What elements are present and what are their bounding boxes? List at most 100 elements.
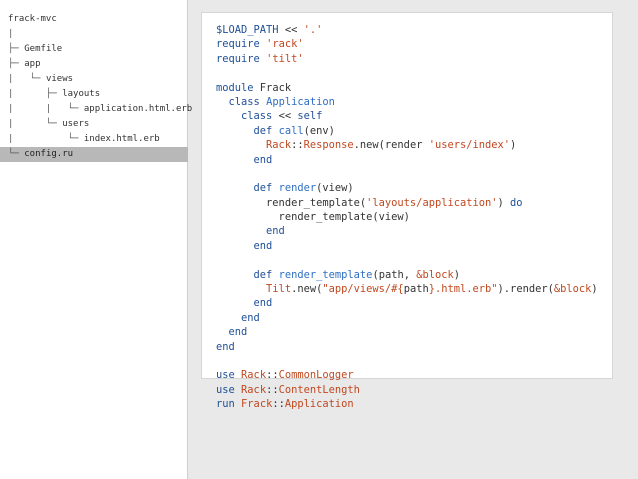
file-tree-item[interactable]: | └─ views [0,72,188,87]
code-token: .new( [291,283,323,296]
code-token: do [510,196,523,209]
file-name: application.html.erb [83,104,193,114]
code-token: def [253,268,273,281]
code-token: :: [266,383,279,396]
code-token: Tilt [266,283,292,296]
code-line: def render(view) [216,181,604,195]
tree-branch-glyph: | ├─ [8,89,63,99]
code-token: Application [284,398,354,411]
code-token: def [253,182,273,195]
code-token: '.' [303,24,323,36]
code-token: end [253,297,273,310]
file-tree-item[interactable]: frack-mvc [0,12,188,27]
code-line: end [216,311,604,325]
file-tree-item[interactable]: | ├─ layouts [0,87,188,102]
code-token: Response [303,139,354,152]
file-tree-item[interactable]: | └─ users [0,117,188,132]
tree-branch-glyph: ├─ [8,44,25,54]
tree-branch-glyph: | └─ [8,119,63,129]
code-token: :: [291,139,304,152]
code-token: end [228,326,248,339]
code-token: (env) [303,124,335,137]
tree-branch-glyph: | | └─ [8,104,84,114]
code-token: render_template(view) [216,211,410,224]
tree-branch-glyph: | └─ [8,74,46,84]
code-token: self [297,110,323,123]
code-token: 'rack' [266,38,304,51]
code-token: Frack [253,81,292,94]
file-tree-item[interactable]: | | └─ application.html.erb [0,102,192,117]
file-tree-item[interactable]: └─ config.ru [0,147,188,162]
file-name: config.ru [24,149,74,159]
code-token: :: [272,398,285,411]
code-line: require 'rack' [216,37,604,51]
code-line: class Application [216,95,604,109]
code-token: end [216,340,235,353]
file-tree-item[interactable]: | └─ index.html.erb [0,132,188,147]
code-token: 'users/index' [428,139,511,152]
code-line: require 'tilt' [216,52,604,66]
file-name: views [45,74,74,84]
code-token: 'layouts/application' [366,196,498,209]
file-name: frack-mvc [8,14,57,24]
code-token: }.html.erb" [428,283,498,296]
code-line: use Rack::CommonLogger [216,368,604,382]
code-token: ) [453,268,461,281]
code-token: Frack [241,398,273,411]
code-token: use [216,369,235,382]
tree-branch-glyph: | [8,29,14,39]
code-line: use Rack::ContentLength [216,383,604,397]
code-token: "app/views/#{ [322,283,404,296]
code-line: render_template('layouts/application') d… [216,196,604,210]
code-editor-panel: $LOAD_PATH << '.' require 'rack' require '… [201,12,613,410]
code-token: render [278,182,317,195]
file-tree-item[interactable]: ├─ app [0,57,188,72]
code-token: Rack [241,383,267,396]
file-name: app [24,59,41,69]
code-token: end [253,153,273,166]
code-line: module Frack [216,81,604,95]
code-line: end [216,224,604,238]
code-token: render_template( [216,196,367,209]
code-token: ) [591,283,598,296]
code-token: :: [266,369,279,382]
code-token: CommonLogger [278,369,354,382]
file-tree-sidebar: frack-mvc | ├─ Gemfile ├─ app | └─ views | ├─… [0,0,192,479]
code-token: module [216,81,254,94]
code-token: (view) [316,182,354,195]
code-token: require [216,38,260,51]
code-line: def call(env) [216,124,604,138]
code-token: (path, [372,268,417,281]
code-token: ).render( [497,283,554,296]
tree-branch-glyph: └─ [8,149,25,159]
file-tree-item[interactable]: ├─ Gemfile [0,42,188,57]
code-token: end [241,311,260,324]
code-token: use [216,383,235,396]
file-tree-item[interactable]: | [0,27,188,42]
file-tree: frack-mvc | ├─ Gemfile ├─ app | └─ views | ├─… [0,12,192,162]
file-name: layouts [62,89,101,99]
file-name: Gemfile [24,44,63,54]
code-token: class [228,95,260,108]
code-token: class [241,110,273,123]
code-line: end [216,340,604,354]
tree-branch-glyph: | └─ [8,134,84,144]
code-line: end [216,325,604,339]
code-token: &block [553,283,592,296]
code-token: render_template [278,268,373,281]
code-token: end [253,239,273,252]
code-token: require [216,52,260,65]
code-token: ) [497,196,511,209]
file-name: users [62,119,90,129]
